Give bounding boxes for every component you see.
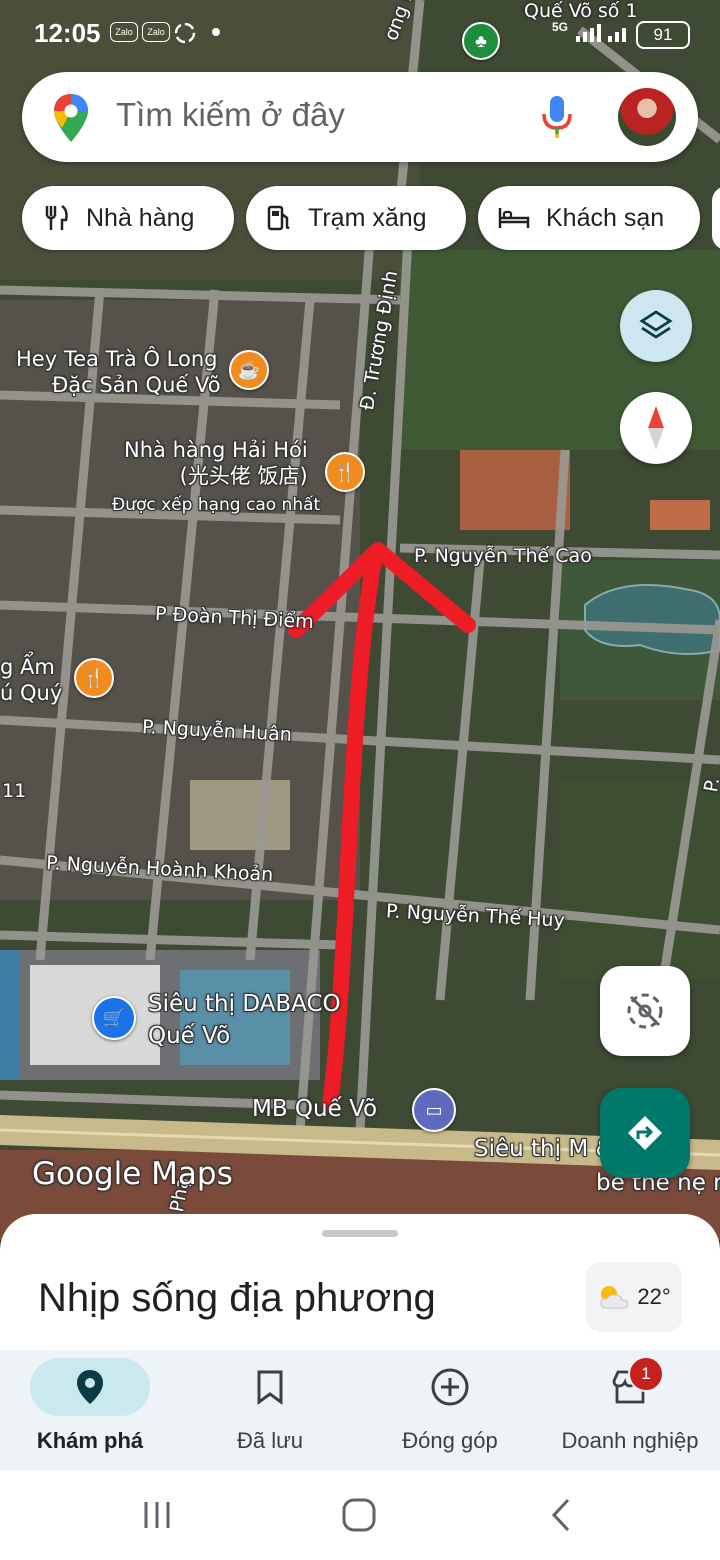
nav-saved[interactable]: Đã lưu [180,1350,360,1470]
temperature: 22° [637,1284,671,1309]
location-button[interactable] [600,966,690,1056]
location-pin-icon [77,1370,103,1404]
sheet-drag-handle[interactable] [322,1230,398,1237]
sheet-title: Nhịp sống địa phương [38,1276,436,1320]
nav-explore[interactable]: Khám phá [0,1350,180,1470]
location-off-icon [627,993,663,1029]
compass-button[interactable] [620,392,692,464]
zalo-icon: Zalo [110,22,138,42]
restaurant-icon [42,204,70,232]
system-navigation-bar [0,1470,720,1560]
chip-more[interactable] [712,186,720,250]
bank-pin-icon[interactable]: ▭ [412,1088,456,1132]
signal-icon [576,24,626,42]
chip-restaurants[interactable]: Nhà hàng [22,186,234,250]
chip-label: Trạm xăng [308,203,427,232]
park-pin-icon[interactable]: ♣ [462,22,500,60]
status-time: 12:05 [34,18,101,48]
add-circle-icon [431,1368,469,1406]
google-maps-logo-icon [54,94,88,142]
compass-icon [648,406,664,450]
chip-gas-stations[interactable]: Trạm xăng [246,186,466,250]
network-type: 5G [552,20,569,34]
zalo-icon: Zalo [142,22,170,42]
home-icon[interactable] [340,1496,378,1534]
chip-label: Khách sạn [546,203,665,232]
poi-am[interactable]: g Ẩm ú Quý [0,654,62,706]
weather-chip[interactable]: 22° [586,1262,682,1332]
search-bar[interactable]: Tìm kiếm ở đây [22,72,698,162]
layers-icon [639,310,673,339]
chip-hotels[interactable]: Khách sạn [478,186,700,250]
restaurant-pin-icon[interactable]: 🍴 [325,452,365,492]
directions-button[interactable] [600,1088,690,1178]
area-label: Quế Võ số 1 [524,0,638,22]
shopping-cart-pin-icon[interactable]: 🛒 [92,996,136,1040]
battery-icon: 91 [636,21,690,49]
bookmark-icon [257,1370,283,1405]
poi-heytea[interactable]: Hey Tea Trà Ô Long Đặc Sản Quế Võ [16,346,221,398]
nav-label: Đóng góp [402,1428,498,1453]
layers-button[interactable] [620,290,692,362]
notification-dot-icon [212,28,220,36]
notification-badge: 1 [628,1356,664,1392]
restaurant-pin-icon[interactable]: 🍴 [74,658,114,698]
poi-hai-hoi[interactable]: Nhà hàng Hải Hói (光头佬 饭店) [124,437,308,489]
back-icon[interactable] [546,1496,576,1534]
street-label-nguyen-the-cao: P. Nguyễn Thế Cao [414,545,592,567]
nav-contribute[interactable]: Đóng góp [360,1350,540,1470]
nav-label: Đã lưu [236,1428,304,1453]
directions-icon [628,1116,662,1150]
nav-label: Doanh nghiệp [561,1428,699,1453]
street-label-edge: 11 [2,780,27,802]
partly-cloudy-icon [600,1286,629,1309]
cafe-pin-icon[interactable]: ☕ [229,350,269,390]
search-input[interactable]: Tìm kiếm ở đây [116,96,345,134]
microphone-icon[interactable] [540,94,574,140]
nav-label: Khám phá [36,1428,144,1453]
avatar[interactable] [618,88,676,146]
chip-label: Nhà hàng [86,203,195,232]
google-maps-watermark: Google Maps [32,1156,233,1192]
hotel-icon [498,206,530,230]
recent-apps-icon[interactable] [140,1498,174,1532]
status-bar: 12:05 Zalo Zalo Quế Võ số 1 5G 91 [0,0,720,64]
gas-station-icon [266,204,292,232]
poi-mb[interactable]: MB Quế Võ [252,1096,377,1122]
bottom-navigation: Khám phá Đã lưu Đóng góp Doanh nghiệp [0,1350,720,1470]
sync-icon [174,22,196,44]
poi-hai-hoi-rating: Được xếp hạng cao nhất [112,495,321,515]
poi-dabaco[interactable]: Siêu thị DABACO Quế Võ [148,988,341,1052]
